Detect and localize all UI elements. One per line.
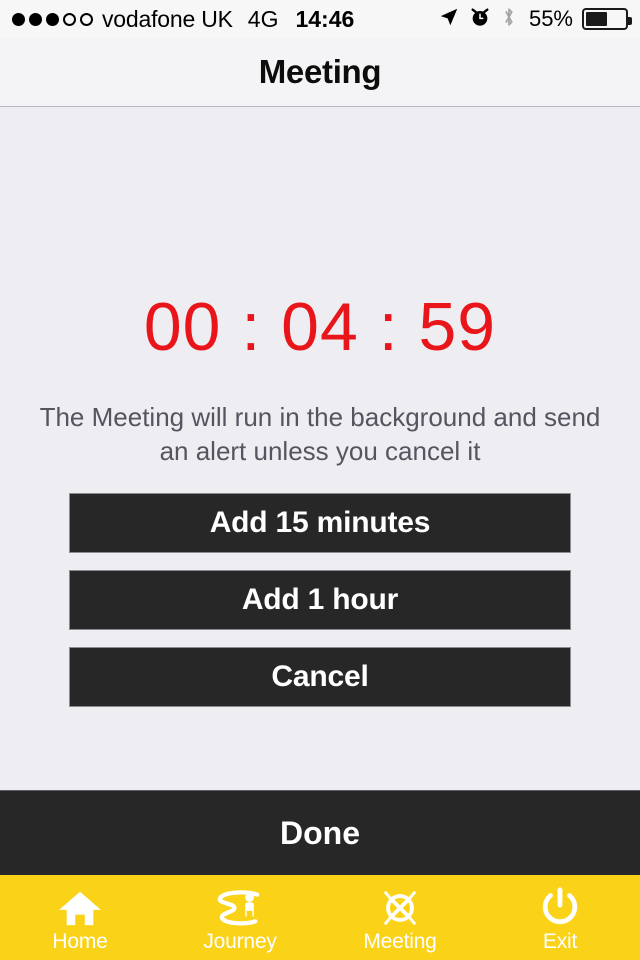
add-1-hour-button[interactable]: Add 1 hour <box>69 570 571 630</box>
bottom-tab-bar: Home Journey Meeting Exit <box>0 875 640 960</box>
tab-home-label: Home <box>52 930 108 953</box>
tab-exit[interactable]: Exit <box>480 875 640 960</box>
signal-dot <box>46 12 59 26</box>
cancel-label: Cancel <box>271 660 369 693</box>
status-bar: vodafone UK 4G 14:46 55% <box>0 0 640 38</box>
tab-meeting[interactable]: Meeting <box>320 875 480 960</box>
status-bar-clock: 14:46 <box>295 5 355 32</box>
signal-dot <box>63 12 76 26</box>
add-1-hour-label: Add 1 hour <box>241 583 399 616</box>
app-screen: vodafone UK 4G 14:46 55% Meeting 00: 04… <box>0 0 640 960</box>
signal-strength-indicator <box>12 12 93 26</box>
done-button[interactable]: Done <box>0 790 640 875</box>
description-text: The Meeting will run in the background a… <box>39 402 601 466</box>
status-bar-left: vodafone UK 4G 14:46 <box>12 6 354 33</box>
signal-dot <box>12 12 25 26</box>
bluetooth-icon <box>500 6 518 33</box>
power-icon <box>538 887 582 929</box>
add-15-minutes-button[interactable]: Add 15 minutes <box>69 493 571 553</box>
meeting-burst-icon <box>377 887 423 929</box>
location-arrow-icon <box>438 6 460 33</box>
action-button-group: Add 15 minutes Add 1 hour Cancel <box>69 493 571 724</box>
alarm-clock-icon <box>469 6 491 33</box>
signal-dot <box>29 12 42 26</box>
countdown-timer: 00 : 04 : 59 <box>143 289 497 365</box>
battery-icon <box>582 8 632 30</box>
signal-dot <box>80 12 93 26</box>
add-15-minutes-label: Add 15 minutes <box>209 506 431 539</box>
tab-journey[interactable]: Journey <box>160 875 320 960</box>
done-label: Done <box>280 814 360 851</box>
journey-icon <box>215 887 265 929</box>
cancel-button[interactable]: Cancel <box>69 647 571 707</box>
tab-exit-label: Exit <box>542 930 578 953</box>
tab-meeting-label: Meeting <box>363 930 437 953</box>
carrier-label: vodafone UK <box>102 5 233 32</box>
status-bar-right: 55% <box>438 6 632 33</box>
battery-percentage-label: 55% <box>528 6 573 31</box>
tab-journey-label: Journey <box>203 930 277 953</box>
main-content: 00 : 04 : 59 The Meeting will run in the… <box>0 107 640 790</box>
navigation-bar: Meeting <box>0 38 640 107</box>
home-icon <box>57 887 103 929</box>
tab-home[interactable]: Home <box>0 875 160 960</box>
network-type-label: 4G <box>247 5 279 32</box>
page-title: Meeting <box>258 53 382 90</box>
